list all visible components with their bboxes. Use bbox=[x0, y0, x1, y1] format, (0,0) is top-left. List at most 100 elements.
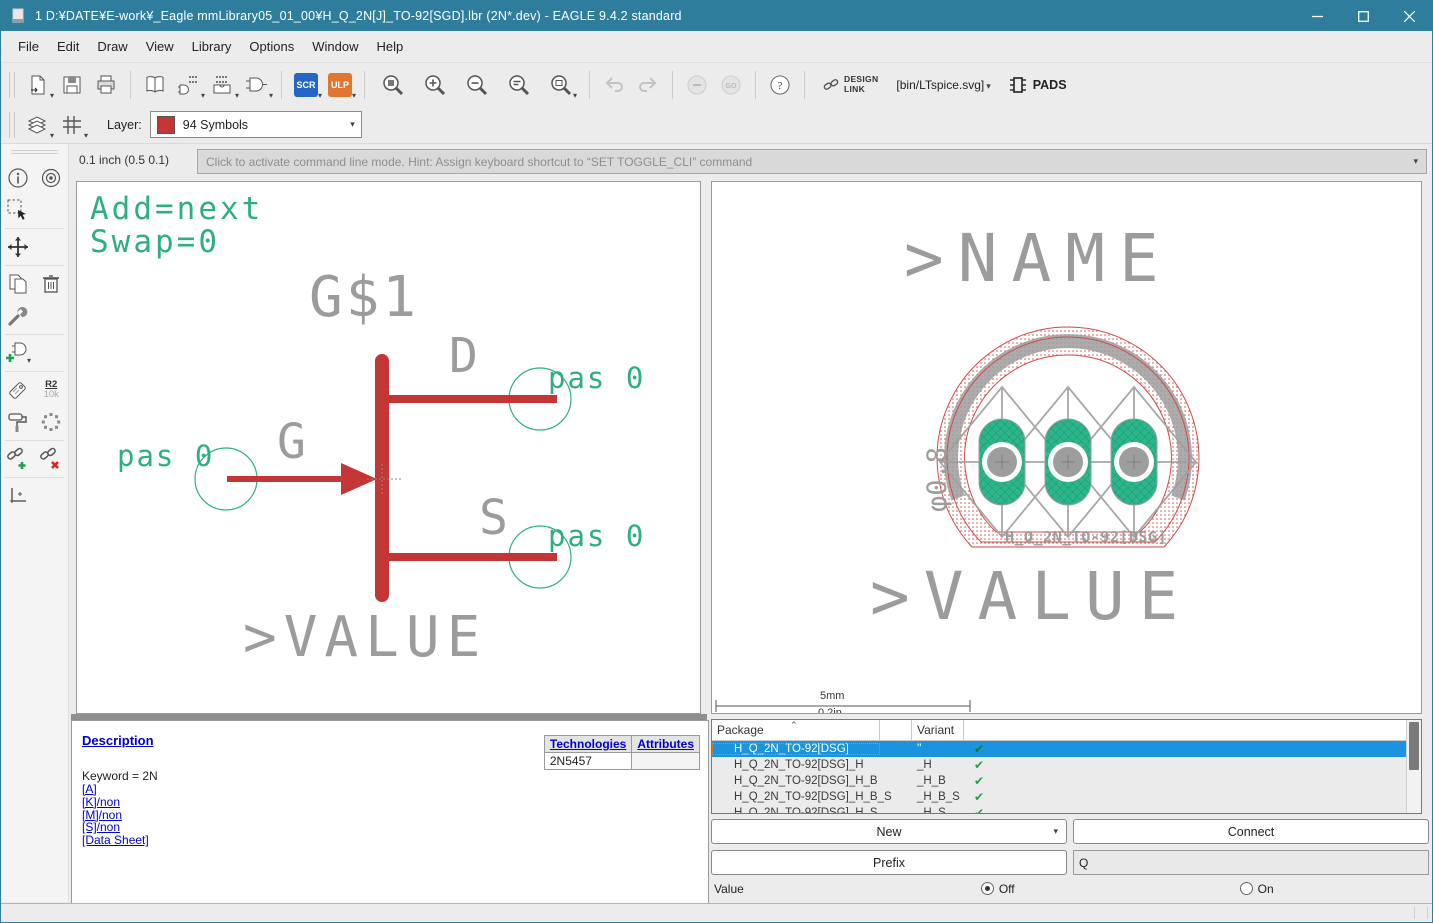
add-assignment-text[interactable]: Add=next bbox=[90, 194, 263, 225]
toolbar-handle[interactable] bbox=[9, 111, 15, 138]
pin-g-name[interactable]: G bbox=[277, 418, 306, 466]
gate-name-text[interactable]: G$1 bbox=[309, 270, 419, 326]
group-select-tool-button[interactable] bbox=[5, 197, 31, 223]
menu-library[interactable]: Library bbox=[183, 34, 241, 59]
zoom-fit-button[interactable] bbox=[377, 69, 409, 101]
radio-unselected-icon[interactable] bbox=[1239, 882, 1253, 895]
zoom-redraw-button[interactable] bbox=[503, 69, 535, 101]
package-canvas[interactable]: >NAME φ0.8 H_Q_2N_TO-92[DSG] >VALUE 5mm … bbox=[711, 181, 1422, 714]
info-tool-button[interactable] bbox=[5, 165, 31, 191]
go-button[interactable]: GO bbox=[715, 69, 747, 101]
table-scrollbar[interactable] bbox=[1406, 720, 1421, 813]
copy-tool-button[interactable] bbox=[5, 271, 31, 297]
add-part-tool-button[interactable]: ▾ bbox=[5, 340, 31, 366]
attributes-cell[interactable] bbox=[631, 752, 700, 770]
description-link-a[interactable]: [A] bbox=[82, 783, 149, 796]
connect-tool-button[interactable] bbox=[5, 446, 31, 472]
symbol-caret-icon[interactable]: ▾ bbox=[269, 91, 273, 100]
package-name-placeholder[interactable]: >NAME bbox=[904, 226, 1173, 292]
zoom-select-caret-icon[interactable]: ▾ bbox=[573, 91, 577, 100]
menu-view[interactable]: View bbox=[137, 34, 183, 59]
technologies-header-link[interactable]: Technologies bbox=[543, 735, 633, 753]
layer-settings-button[interactable]: ▾ bbox=[22, 109, 54, 141]
script-button[interactable]: SCR ▾ bbox=[290, 69, 322, 101]
table-row[interactable]: H_Q_2N_TO-92[DSG]_H_B_S _H_B_S ✔ bbox=[712, 789, 1421, 805]
attributes-header-link[interactable]: Attributes bbox=[631, 735, 700, 753]
smash-tool-button[interactable] bbox=[5, 409, 31, 435]
ulp-caret-icon[interactable]: ▾ bbox=[352, 91, 356, 100]
pin-s-name[interactable]: S bbox=[479, 494, 508, 542]
value-on-radio[interactable]: On bbox=[1239, 882, 1274, 896]
menu-window[interactable]: Window bbox=[303, 34, 367, 59]
minimize-button[interactable] bbox=[1294, 1, 1340, 31]
dimension-tool-button[interactable] bbox=[5, 483, 31, 509]
swap-assignment-text[interactable]: Swap=0 bbox=[90, 227, 220, 258]
menu-help[interactable]: Help bbox=[367, 34, 412, 59]
symbol-canvas[interactable]: Add=next Swap=0 G$1 D G S pas 0 pas 0 pa… bbox=[76, 181, 701, 714]
symbol-value-placeholder[interactable]: >VALUE bbox=[243, 610, 487, 666]
toolbar-handle[interactable] bbox=[9, 71, 15, 98]
jfet-symbol[interactable] bbox=[227, 354, 557, 602]
drill-diameter-label[interactable]: φ0.8 bbox=[922, 447, 953, 512]
value-off-radio[interactable]: Off bbox=[980, 882, 1015, 896]
delete-tool-button[interactable] bbox=[39, 271, 65, 297]
ltspice-dropdown[interactable]: [bin/LTspice.svg] ▾ bbox=[896, 78, 990, 92]
new-file-caret-icon[interactable]: ▾ bbox=[50, 91, 54, 100]
print-button[interactable] bbox=[90, 69, 122, 101]
column-header-blank[interactable] bbox=[880, 720, 912, 740]
command-line-input[interactable]: Click to activate command line mode. Hin… bbox=[197, 149, 1427, 174]
layer-select[interactable]: 94 Symbols ▾ bbox=[149, 111, 362, 138]
zoom-out-button[interactable] bbox=[461, 69, 493, 101]
stop-button[interactable] bbox=[681, 69, 713, 101]
replace-tool-button[interactable] bbox=[39, 409, 65, 435]
sidebar-handle[interactable] bbox=[11, 150, 58, 154]
description-edit-link[interactable]: Description bbox=[82, 733, 154, 748]
table-row[interactable]: H_Q_2N_TO-92[DSG]_H_B _H_B ✔ bbox=[712, 773, 1421, 789]
package-cell[interactable]: H_Q_2N_TO-92[DSG]_H_B_S bbox=[712, 791, 892, 803]
description-link-k-non[interactable]: [K]/non bbox=[82, 795, 149, 809]
save-button[interactable] bbox=[56, 69, 88, 101]
layer-settings-caret-icon[interactable]: ▾ bbox=[50, 131, 54, 140]
description-link-datasheet[interactable]: [Data Sheet] bbox=[82, 834, 149, 847]
column-header-package[interactable]: Package ⌃ bbox=[712, 720, 880, 740]
table-row[interactable]: H_Q_2N_TO-92[DSG] '' ✔ bbox=[712, 741, 1421, 757]
ulp-button[interactable]: ULP ▾ bbox=[324, 69, 356, 101]
menu-file[interactable]: File bbox=[9, 34, 48, 59]
package-cell[interactable]: H_Q_2N_TO-92[DSG]_H bbox=[712, 759, 880, 771]
radio-selected-icon[interactable] bbox=[980, 882, 994, 895]
menu-draw[interactable]: Draw bbox=[88, 34, 136, 59]
device-button[interactable]: ▾ bbox=[173, 69, 205, 101]
pin-d-name[interactable]: D bbox=[449, 332, 478, 380]
help-button[interactable]: ? bbox=[764, 69, 796, 101]
zoom-in-button[interactable] bbox=[419, 69, 451, 101]
pad-1[interactable] bbox=[978, 418, 1026, 506]
pad-2[interactable] bbox=[1044, 418, 1092, 506]
new-package-button[interactable]: New ▾ bbox=[711, 819, 1067, 844]
menu-options[interactable]: Options bbox=[240, 34, 303, 59]
show-tool-button[interactable] bbox=[39, 165, 65, 191]
library-table-button[interactable] bbox=[139, 69, 171, 101]
disconnect-tool-button[interactable] bbox=[39, 446, 65, 472]
table-row[interactable]: H_Q_2N_TO-92[DSG]_H_S _H_S ✔ bbox=[712, 805, 1421, 813]
package-caret-icon[interactable]: ▾ bbox=[235, 91, 239, 100]
design-link-button[interactable]: DESIGN LINK bbox=[822, 74, 878, 95]
new-file-button[interactable]: ▾ bbox=[22, 69, 54, 101]
undo-button[interactable] bbox=[598, 69, 630, 101]
change-tool-button[interactable] bbox=[5, 303, 31, 329]
grid-button[interactable]: ▾ bbox=[56, 109, 88, 141]
menu-edit[interactable]: Edit bbox=[48, 34, 88, 59]
pads-button[interactable]: PADS bbox=[1009, 75, 1067, 95]
resize-grip[interactable] bbox=[1414, 907, 1428, 919]
prefix-value-field[interactable]: Q bbox=[1073, 850, 1429, 875]
pad-3[interactable] bbox=[1110, 418, 1158, 506]
script-caret-icon[interactable]: ▾ bbox=[318, 91, 322, 100]
symbol-button[interactable]: ▾ bbox=[241, 69, 273, 101]
footprint-package-label[interactable]: H_Q_2N_TO-92[DSG] bbox=[1005, 530, 1167, 545]
prefix-button[interactable]: Prefix bbox=[711, 850, 1067, 875]
technology-cell[interactable]: 2N5457 bbox=[543, 752, 633, 770]
grid-caret-icon[interactable]: ▾ bbox=[84, 131, 88, 140]
table-scrollbar-thumb[interactable] bbox=[1409, 722, 1419, 770]
package-button[interactable]: ▾ bbox=[207, 69, 239, 101]
package-cell[interactable]: H_Q_2N_TO-92[DSG]_H_S bbox=[712, 807, 880, 813]
column-header-variant[interactable]: Variant bbox=[912, 720, 964, 740]
